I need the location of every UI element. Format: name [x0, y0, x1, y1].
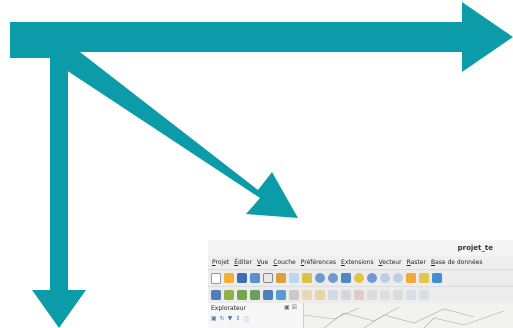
- arrow-down-right: [52, 52, 298, 218]
- arrows-overlay: [10, 2, 513, 328]
- arrow-right: [10, 2, 513, 328]
